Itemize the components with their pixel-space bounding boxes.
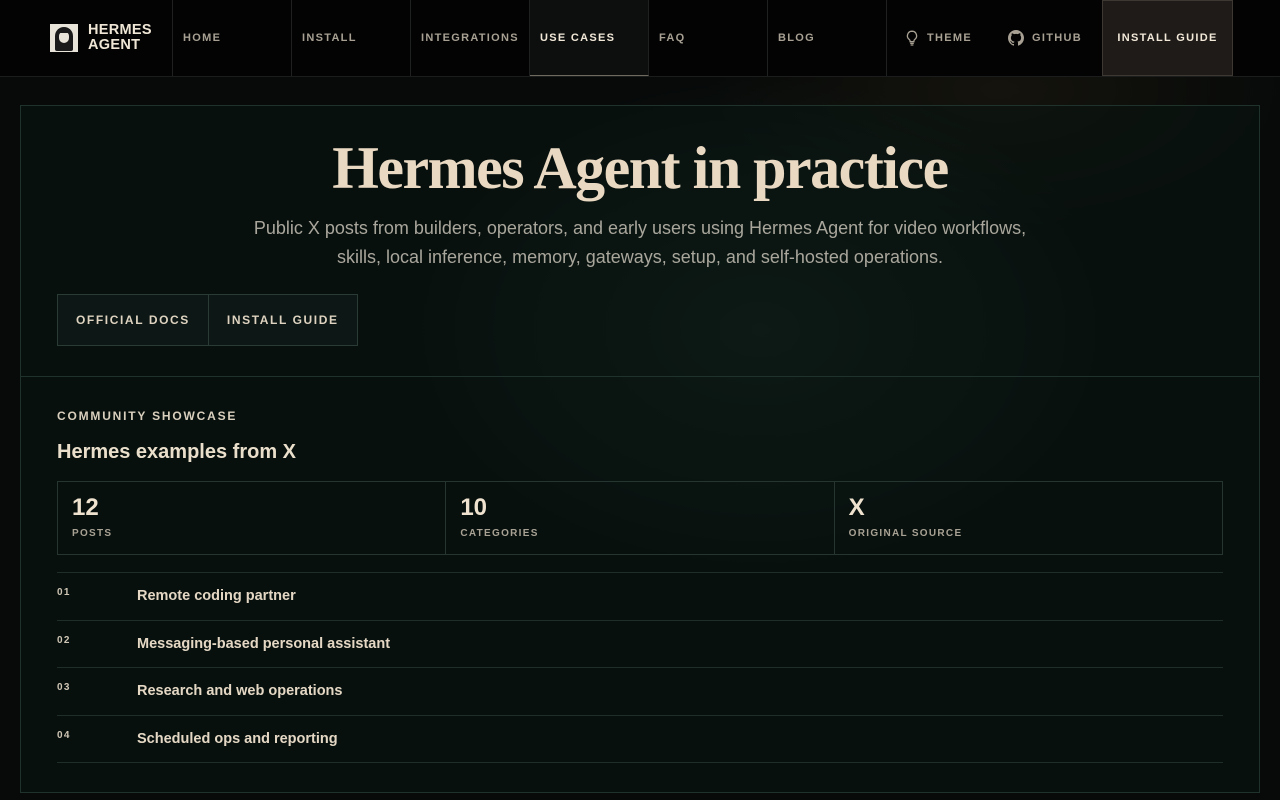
section-eyebrow: COMMUNITY SHOWCASE [57,409,238,423]
list-item-index: 02 [57,634,71,646]
list-item[interactable]: 02 Messaging-based personal assistant [57,621,1223,668]
official-docs-button[interactable]: OFFICIAL DOCS [57,294,209,346]
brand-home-link[interactable]: HERMES AGENT [0,0,173,76]
nav-item-use-cases[interactable]: USE CASES [530,0,649,76]
nav-tools: THEME GITHUB INSTALL GUIDE [887,0,1233,76]
section-title: Hermes examples from X [57,441,297,463]
brand-name: HERMES AGENT [88,23,152,53]
list-item-index: 03 [57,682,71,693]
stat-value: 10 [460,494,488,521]
stat-categories: 10 CATEGORIES [446,482,835,554]
hero-buttons: OFFICIAL DOCS INSTALL GUIDE [57,294,358,346]
nav-item-blog[interactable]: BLOG [768,0,887,76]
main-panel: Hermes Agent in practice Public X posts … [20,105,1260,793]
stat-value: 12 [72,494,99,521]
list-item[interactable]: 04 Scheduled ops and reporting [57,716,1223,763]
stat-value: X [848,494,865,521]
page-title: Hermes Agent in practice [332,135,949,201]
list-item[interactable]: 03 Research and web operations [57,668,1223,716]
list-item-title: Research and web operations [137,683,343,700]
github-icon [1008,30,1024,46]
brand-line-2: AGENT [88,37,141,53]
use-case-list: 01 Remote coding partner 02 Messaging-ba… [57,572,1223,763]
nav-item-integrations[interactable]: INTEGRATIONS [411,0,530,76]
stats-bar: 12 POSTS 10 CATEGORIES X ORIGINAL SOURCE [57,481,1223,555]
list-item[interactable]: 01 Remote coding partner [57,573,1223,621]
list-item-title: Scheduled ops and reporting [137,730,338,747]
theme-label: THEME [927,32,972,44]
theme-toggle[interactable]: THEME [887,0,990,76]
nav-item-faq[interactable]: FAQ [649,0,768,76]
list-item-title: Remote coding partner [137,588,296,605]
nav-item-install[interactable]: INSTALL [292,0,411,76]
brand-line-1: HERMES [88,22,152,38]
stat-posts: 12 POSTS [58,482,447,554]
install-guide-button[interactable]: INSTALL GUIDE [208,294,358,346]
list-item-index: 04 [57,729,71,741]
hero-subtitle: Public X posts from builders, operators,… [253,218,1027,267]
hermes-logo [50,24,78,52]
hero-section: Hermes Agent in practice Public X posts … [21,106,1259,377]
github-link[interactable]: GITHUB [990,0,1100,76]
nav-item-home[interactable]: HOME [173,0,292,76]
top-nav: HERMES AGENT HOME INSTALL INTEGRATIONS U… [0,0,1280,77]
stat-label: CATEGORIES [460,528,539,539]
github-label: GITHUB [1032,32,1082,44]
stat-source: X ORIGINAL SOURCE [835,482,1222,554]
stat-label: POSTS [72,528,113,539]
lightbulb-icon [906,30,918,46]
stat-label: ORIGINAL SOURCE [848,528,963,539]
list-item-title: Messaging-based personal assistant [137,635,391,652]
install-guide-nav-button[interactable]: INSTALL GUIDE [1101,0,1233,76]
list-item-index: 01 [57,587,71,598]
